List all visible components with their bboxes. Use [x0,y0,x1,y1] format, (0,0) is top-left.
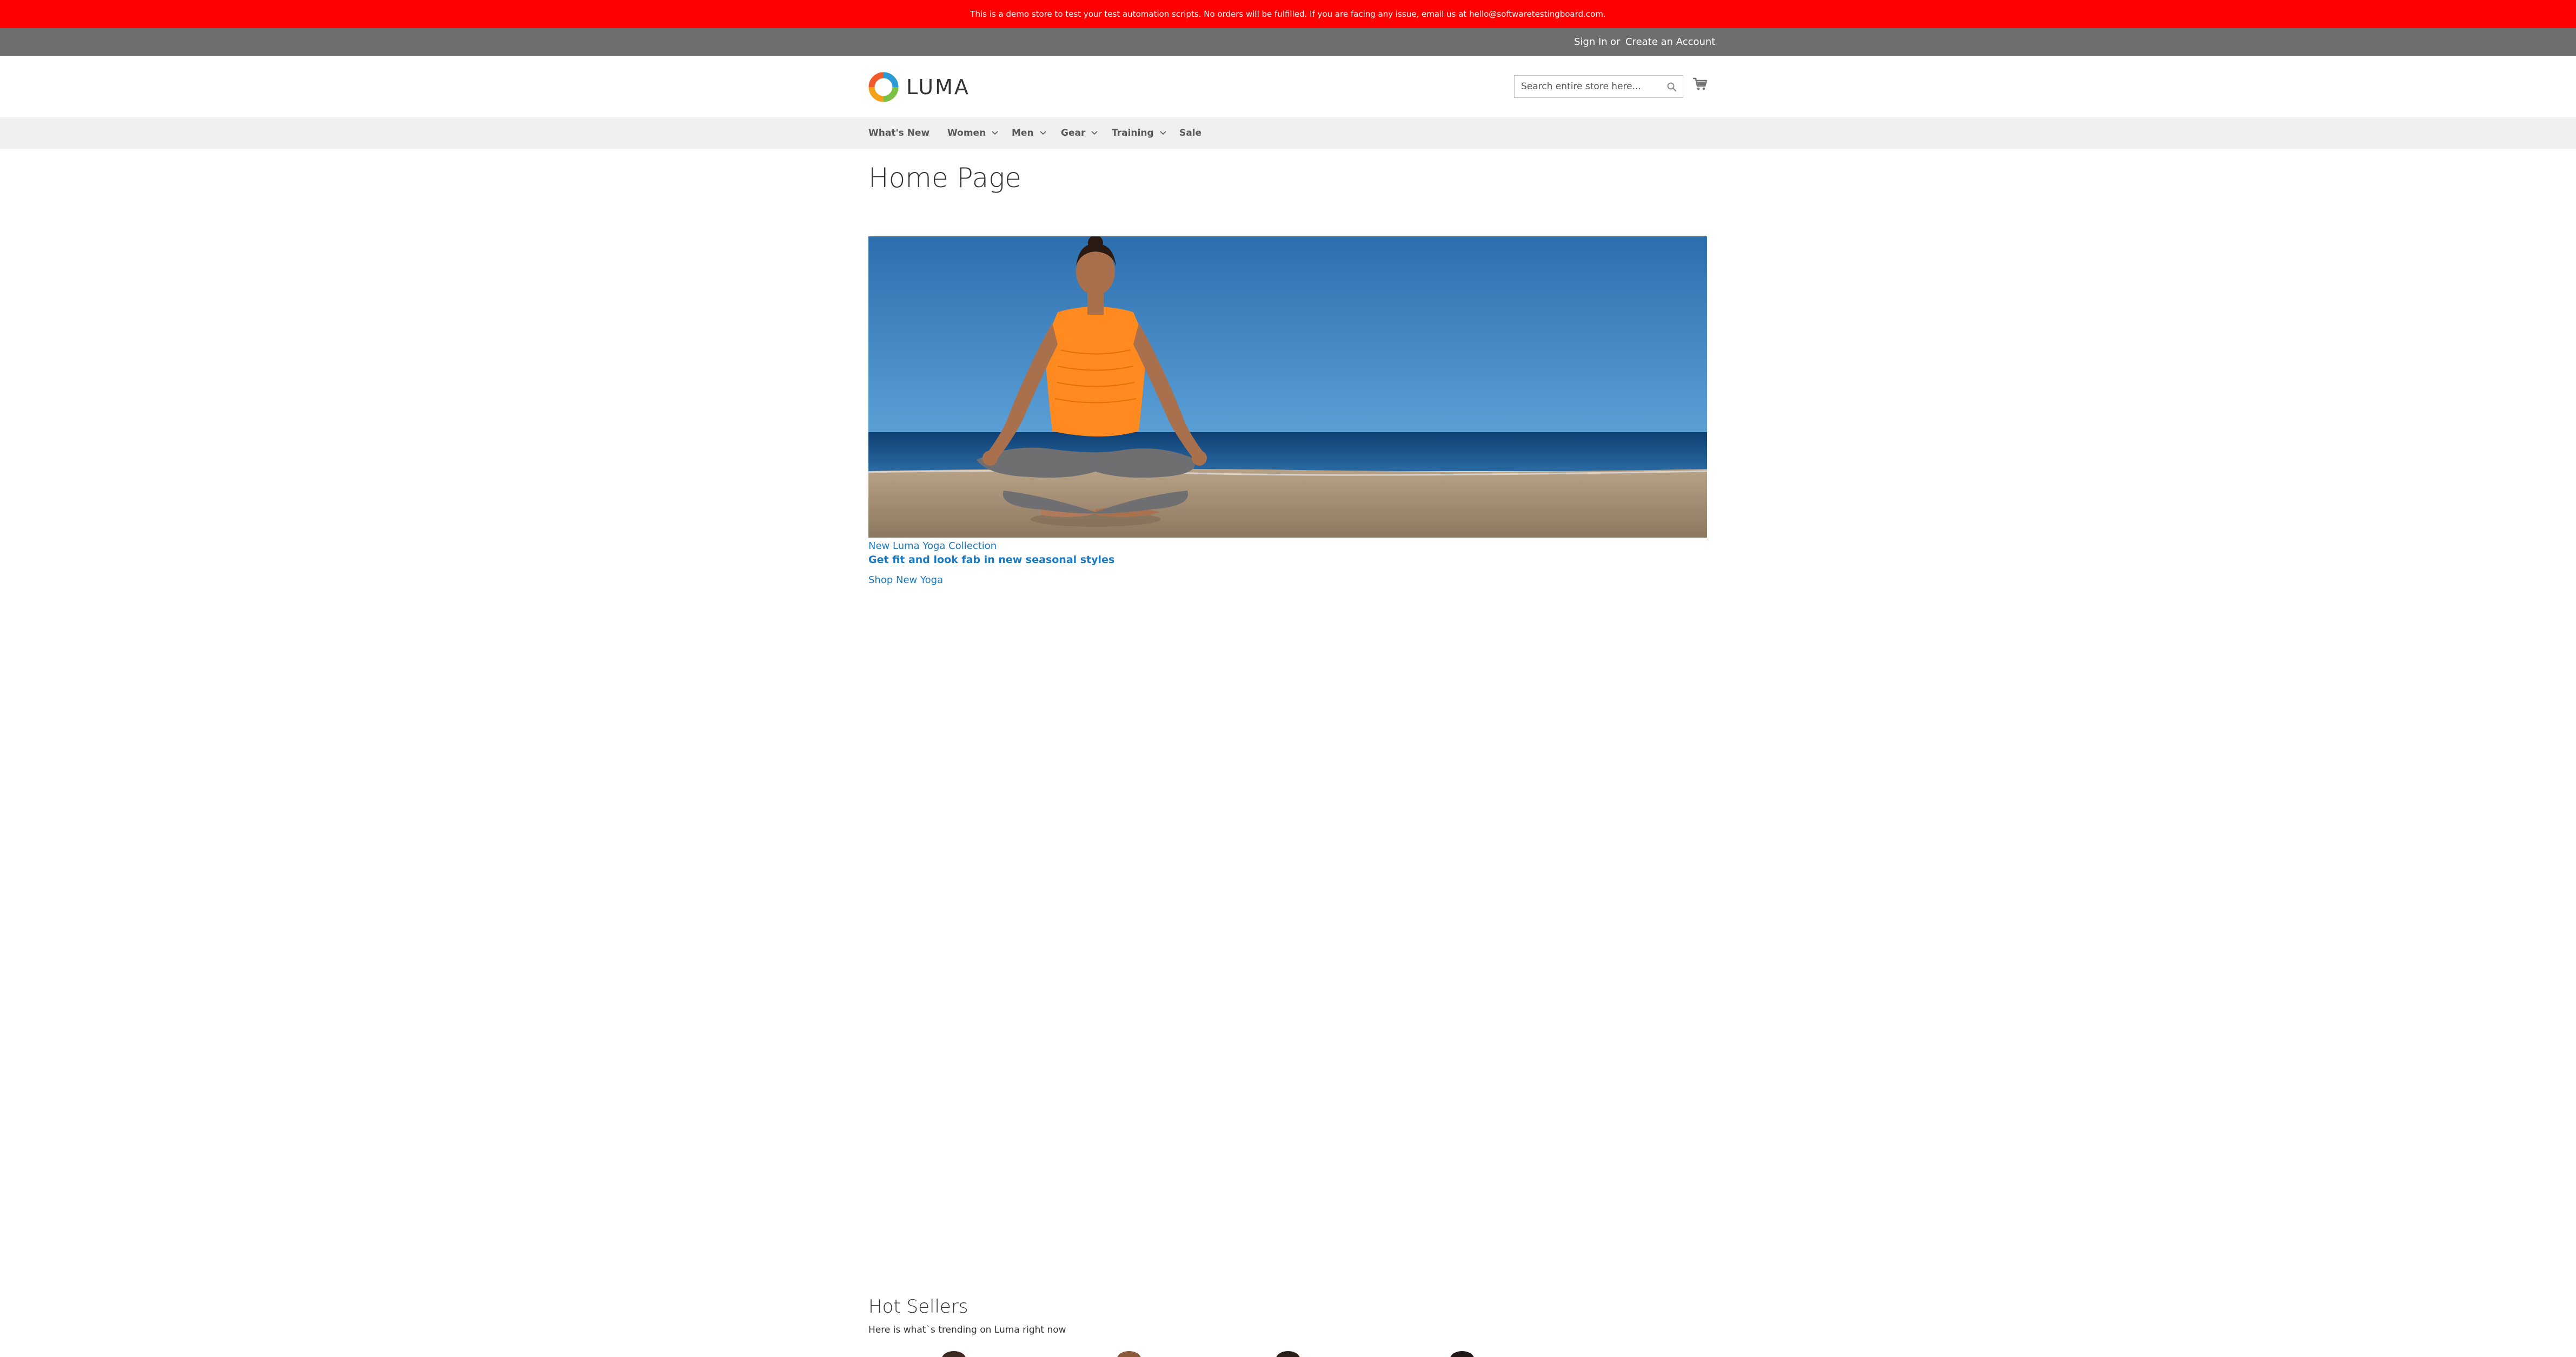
hero-subtitle[interactable]: New Luma Yoga Collection [868,540,997,552]
product-thumbnail [1117,1351,1141,1357]
or-separator: or [1610,36,1621,48]
hot-sellers-title: Hot Sellers [868,1296,968,1318]
nav-item-training[interactable]: Training [1112,117,1167,149]
nav-item-label: Training [1112,128,1154,138]
cart-icon[interactable] [1691,75,1709,92]
demo-notice-bar: This is a demo store to test your test a… [0,0,2576,28]
demo-notice-text: This is a demo store to test your test a… [970,9,1606,19]
search-input[interactable] [1515,76,1661,97]
nav-item-sale[interactable]: Sale [1179,117,1201,149]
main-nav: What's New Women Men Gear Training Sale [0,117,2576,149]
product-thumbnail [942,1351,966,1357]
nav-item-label: What's New [868,128,930,138]
product-image[interactable] [1440,1349,1484,1357]
nav-item-women[interactable]: Women [947,117,999,149]
create-account-link[interactable]: Create an Account [1625,28,1715,56]
yoga-banner-image [868,236,1707,538]
sign-in-link[interactable]: Sign In [1574,28,1608,56]
nav-item-gear[interactable]: Gear [1061,117,1098,149]
nav-item-whats-new[interactable]: What's New [868,117,930,149]
chevron-down-icon [1091,131,1098,135]
chevron-down-icon [1039,131,1046,135]
search-box [1514,75,1683,98]
chevron-down-icon [992,131,998,135]
hot-sellers-subtitle: Here is what`s trending on Luma right no… [868,1325,1066,1335]
hero-banner[interactable] [868,236,1707,538]
product-image[interactable] [1107,1349,1151,1357]
hero-title[interactable]: Get fit and look fab in new seasonal sty… [868,554,1114,566]
product-image[interactable] [1266,1349,1310,1357]
shop-new-yoga-link[interactable]: Shop New Yoga [868,574,943,586]
product-image[interactable] [932,1349,975,1357]
nav-item-men[interactable]: Men [1012,117,1047,149]
nav-item-label: Gear [1061,128,1086,138]
product-thumbnail [1276,1351,1300,1357]
search-icon[interactable] [1667,82,1677,92]
page-title: Home Page [868,162,1021,194]
nav-item-label: Sale [1179,128,1202,138]
logo-text: LUMA [906,75,970,99]
site-header: LUMA [0,56,2576,117]
nav-item-label: Women [947,128,986,138]
luma-logo[interactable]: LUMA [868,72,970,102]
nav-item-label: Men [1012,128,1034,138]
top-links-bar: Sign In or Create an Account [0,28,2576,56]
chevron-down-icon [1160,131,1166,135]
luma-logo-icon [868,72,899,102]
product-thumbnail [1450,1351,1474,1357]
